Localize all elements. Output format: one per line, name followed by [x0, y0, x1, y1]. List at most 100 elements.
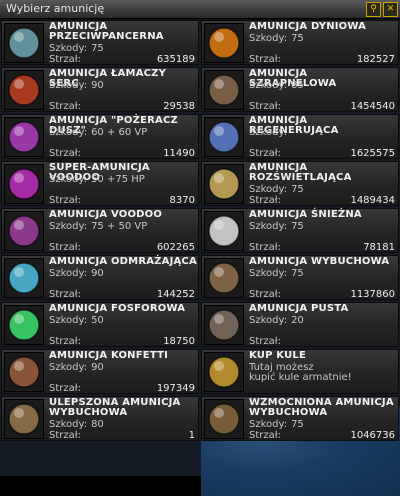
ammo-damage: Szkody: 75 [249, 268, 304, 279]
ammo-damage: Szkody: 80 [49, 419, 104, 430]
close-icon[interactable]: ✕ [383, 2, 398, 17]
damage-label: Szkody: [49, 80, 88, 91]
shots-value: 1 [188, 430, 195, 441]
ammo-name: AMUNICJA DYNIOWA [249, 21, 367, 32]
shots-value: 182527 [356, 54, 395, 65]
explosive-ammo-icon [204, 258, 244, 298]
shots-label: Strzał: [249, 242, 281, 253]
damage-label: Szkody: [49, 174, 88, 185]
ammo-damage: Szkody: 90 [49, 362, 104, 373]
voodoo-ammo-icon [4, 211, 44, 251]
ammo-damage: Szkody: 75 [249, 184, 304, 195]
shots-value: 29538 [163, 101, 195, 112]
shots-value: 1454540 [350, 101, 395, 112]
reinforced-explosive-ammo-icon [204, 399, 244, 439]
ammo-name: AMUNICJA ODMRAŻAJĄCA [49, 256, 197, 267]
ammo-damage: Szkody: 50 +75 HP [49, 174, 145, 185]
damage-value: 75 [291, 33, 304, 44]
damage-label: Szkody: [49, 362, 88, 373]
ammo-item[interactable]: AMUNICJA FOSFOROWA Szkody: 50 Strzał: 18750 [1, 302, 199, 347]
ammo-damage: Szkody: 60 + 60 VP [49, 127, 147, 138]
ammo-item[interactable]: AMUNICJA VOODOO Szkody: 75 + 50 VP Strzał: 6… [1, 208, 199, 253]
damage-label: Szkody: [249, 33, 288, 44]
ammo-description: kupić kule armatnie! [249, 372, 352, 383]
ammo-name: AMUNICJA KONFETTI [49, 350, 169, 361]
damage-label: Szkody: [49, 221, 88, 232]
shots-value: 1046736 [350, 430, 395, 441]
ammo-name: WZMOCNIONA AMUNICJA WYBUCHOWA [249, 397, 394, 418]
damage-label: Szkody: [49, 127, 88, 138]
ammo-item[interactable]: AMUNICJA DYNIOWA Szkody: 75 Strzał: 182527 [201, 20, 399, 65]
shots-label: Strzał: [249, 54, 281, 65]
damage-label: Szkody: [249, 127, 288, 138]
damage-label: Szkody: [249, 315, 288, 326]
ammo-name: ULEPSZONA AMUNICJA WYBUCHOWA [49, 397, 181, 418]
pin-icon[interactable]: ⚲ [366, 2, 381, 17]
ammo-damage: Szkody: 75 [249, 221, 304, 232]
ammo-grid: AMUNICJA PRZECIWPANCERNA Szkody: 75 Strzał:… [0, 20, 400, 496]
ammo-name: AMUNICJA PRZECIWPANCERNA [49, 21, 164, 42]
ammo-item[interactable]: AMUNICJA REGENERUJĄCA Szkody: Strzał: 16255… [201, 114, 399, 159]
ammo-item[interactable]: AMUNICJA ŁAMACZY SERC Szkody: 90 Strzał: 295… [1, 67, 199, 112]
illuminating-ammo-icon [204, 164, 244, 204]
shots-label: Strzał: [249, 101, 281, 112]
damage-value: 75 [291, 221, 304, 232]
damage-value: 60 + 60 VP [91, 127, 148, 138]
window-titlebar[interactable]: Wybierz amunicję ⚲ ✕ [0, 0, 400, 19]
ammo-damage: Szkody: 85 [249, 80, 304, 91]
ammo-item[interactable]: AMUNICJA WYBUCHOWA Szkody: 75 Strzał: 113786… [201, 255, 399, 300]
shots-value: 8370 [169, 195, 195, 206]
shots-value: 1625575 [350, 148, 395, 159]
super-voodoo-ammo-icon [4, 164, 44, 204]
damage-value: 75 + 50 VP [91, 221, 148, 232]
shots-value: 11490 [163, 148, 195, 159]
ammo-item[interactable]: AMUNICJA "POŻERACZ DUSZ" Szkody: 60 + 60 V… [1, 114, 199, 159]
ammo-item[interactable]: ULEPSZONA AMUNICJA WYBUCHOWA Szkody: 80 Str… [1, 396, 199, 441]
frost-ammo-icon [4, 258, 44, 298]
ammo-item[interactable]: AMUNICJA SZRAPNELOWA Szkody: 85 Strzał: 1454… [201, 67, 399, 112]
shots-value: 144252 [156, 289, 195, 300]
regenerating-ammo-icon [204, 117, 244, 157]
ammo-name: AMUNICJA ROZŚWIETLAJĄCA [249, 162, 352, 183]
shots-label: Strzał: [49, 242, 81, 253]
ammo-damage: Szkody: 90 [49, 80, 104, 91]
damage-label: Szkody: [49, 268, 88, 279]
ammo-item[interactable]: SUPER-AMUNICJA VOODOO Szkody: 50 +75 HP Str… [1, 161, 199, 206]
ammo-item[interactable]: WZMOCNIONA AMUNICJA WYBUCHOWA Szkody: 75 St… [201, 396, 399, 441]
ammo-damage: Szkody: 75 [249, 33, 304, 44]
ammo-select-window: Wybierz amunicję ⚲ ✕ AMUNICJA PRZECIWPAN… [0, 0, 400, 496]
ammo-name: KUP KULE [249, 350, 307, 361]
shots-label: Strzał: [49, 383, 81, 394]
damage-value: 20 [291, 315, 304, 326]
damage-value: 75 [291, 419, 304, 430]
snow-ammo-icon [204, 211, 244, 251]
ammo-damage: Szkody: [249, 127, 291, 138]
ammo-damage: Szkody: 75 + 50 VP [49, 221, 147, 232]
ammo-item[interactable]: KUP KULE Tutaj możesz kupić kule armatnie! [201, 349, 399, 394]
ammo-name: AMUNICJA FOSFOROWA [49, 303, 186, 314]
buy-cannonballs-icon [204, 352, 244, 392]
shots-label: Strzał: [249, 195, 281, 206]
ammo-damage: Szkody: 75 [249, 419, 304, 430]
armor-piercing-ammo-icon [4, 23, 44, 63]
damage-label: Szkody: [49, 419, 88, 430]
ammo-item[interactable]: AMUNICJA ODMRAŻAJĄCA Szkody: 90 Strzał: 1442… [1, 255, 199, 300]
ammo-item[interactable]: AMUNICJA KONFETTI Szkody: 90 Strzał: 197349 [1, 349, 199, 394]
shots-label: Strzał: [249, 148, 281, 159]
ammo-item[interactable]: AMUNICJA ŚNIEŻNA Szkody: 75 Strzał: 78181 [201, 208, 399, 253]
ammo-damage: Szkody: 90 [49, 268, 104, 279]
ammo-item[interactable]: AMUNICJA PRZECIWPANCERNA Szkody: 75 Strzał:… [1, 20, 199, 65]
shots-value: 1137860 [350, 289, 395, 300]
shots-value: 18750 [163, 336, 195, 347]
damage-value: 85 [291, 80, 304, 91]
damage-label: Szkody: [49, 315, 88, 326]
damage-value: 90 [91, 80, 104, 91]
ammo-damage: Szkody: 20 [249, 315, 304, 326]
shrapnel-ammo-icon [204, 70, 244, 110]
improved-explosive-ammo-icon [4, 399, 44, 439]
shots-value: 197349 [156, 383, 195, 394]
damage-label: Szkody: [249, 80, 288, 91]
shots-label: Strzał: [49, 54, 81, 65]
ammo-item[interactable]: AMUNICJA ROZŚWIETLAJĄCA Szkody: 75 Strzał: 1… [201, 161, 399, 206]
ammo-item[interactable]: AMUNICJA PUSTA Szkody: 20 Strzał: [201, 302, 399, 347]
